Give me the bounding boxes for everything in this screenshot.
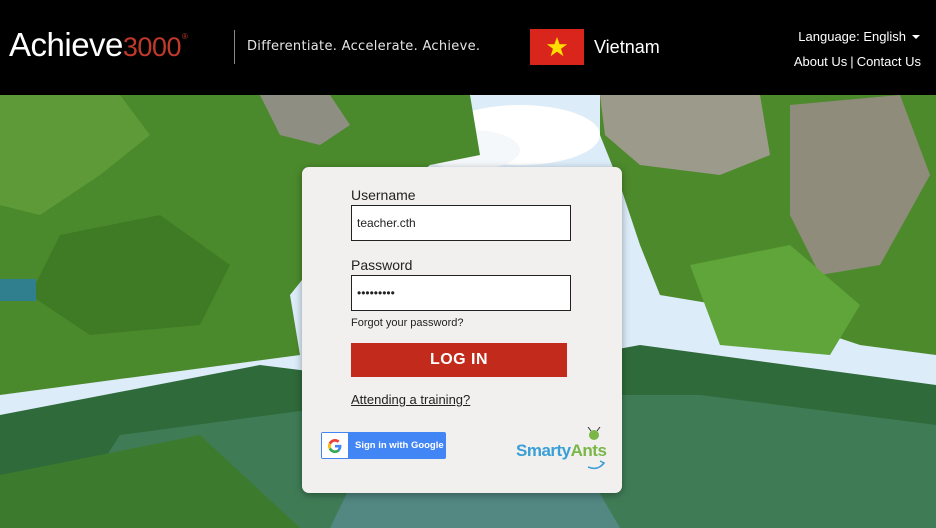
smarty-text: Smarty: [516, 441, 571, 460]
achieve3000-logo[interactable]: Achieve 3000 ®: [9, 27, 188, 63]
top-header: Achieve 3000 ® Differentiate. Accelerate…: [0, 0, 936, 95]
google-signin-button[interactable]: Sign in with Google: [321, 432, 446, 459]
google-signin-label: Sign in with Google: [355, 440, 444, 451]
password-input[interactable]: •••••••••: [351, 275, 571, 311]
vietnam-flag-icon: [530, 29, 584, 65]
language-selector[interactable]: Language: English: [798, 29, 920, 44]
tagline: Differentiate. Accelerate. Achieve.: [247, 39, 481, 54]
ants-text: Ants: [570, 441, 607, 460]
password-label: Password: [351, 257, 413, 273]
language-label: Language: English: [798, 29, 906, 44]
chevron-down-icon: [912, 34, 920, 39]
about-us-link[interactable]: About Us: [794, 54, 847, 69]
header-links: About Us | Contact Us: [794, 54, 921, 69]
google-g-icon: [322, 433, 348, 458]
logo-registered-mark: ®: [181, 32, 188, 41]
smarty-ants-logo-icon[interactable]: SmartyAnts: [514, 427, 614, 473]
logo-divider: [234, 30, 235, 64]
logo-text-main: Achieve: [9, 26, 123, 63]
forgot-password-link[interactable]: Forgot your password?: [351, 317, 464, 329]
username-input[interactable]: teacher.cth: [351, 205, 571, 241]
country-name: Vietnam: [594, 37, 660, 57]
login-card: Username teacher.cth Password ••••••••• …: [302, 167, 622, 493]
link-separator: |: [850, 54, 854, 69]
username-label: Username: [351, 187, 416, 203]
contact-us-link[interactable]: Contact Us: [857, 54, 921, 69]
attending-training-link[interactable]: Attending a training?: [351, 392, 470, 407]
logo-text-number: 3000: [122, 32, 182, 62]
login-button[interactable]: LOG IN: [351, 343, 567, 377]
